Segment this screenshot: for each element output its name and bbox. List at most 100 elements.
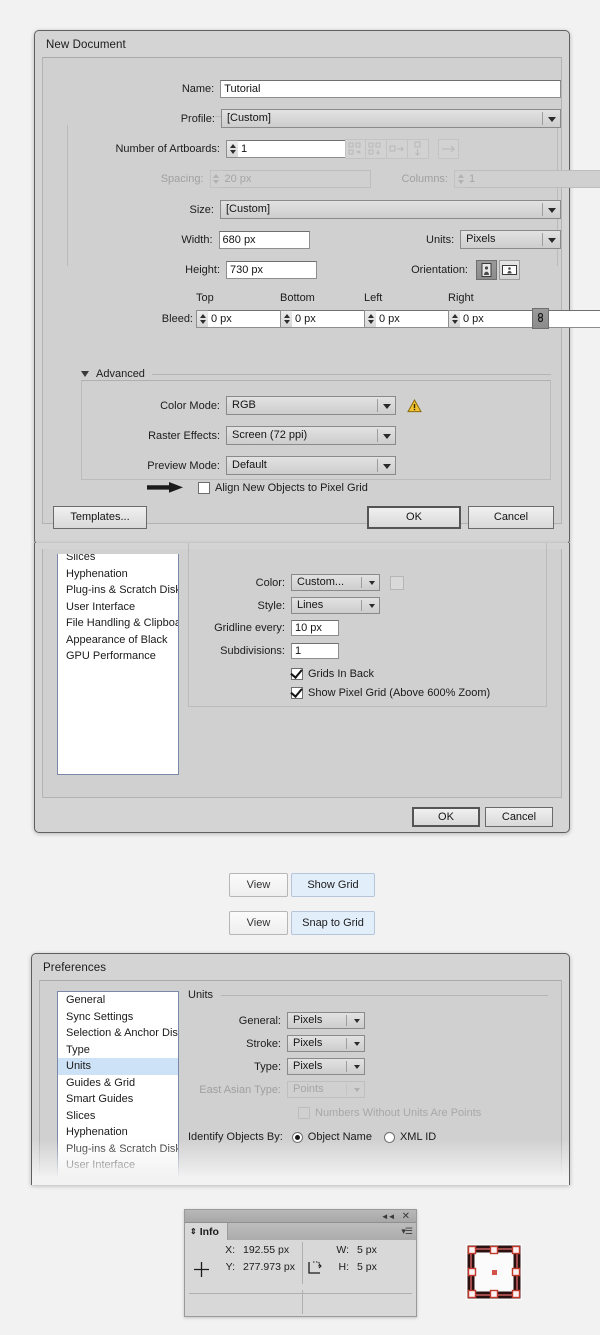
show-pixel-grid-checkbox-row[interactable]: Show Pixel Grid (Above 600% Zoom)	[291, 687, 490, 699]
menu-item-show-grid-button[interactable]: Show Grid	[291, 873, 375, 897]
sidebar-item-slices[interactable]: Slices	[58, 1108, 178, 1125]
units-general-select[interactable]: Pixels	[287, 1012, 365, 1029]
artboards-spinner-arrows[interactable]	[226, 140, 238, 158]
panel-menu-icon[interactable]: ▾☰	[401, 1226, 413, 1237]
templates-button[interactable]: Templates...	[53, 506, 147, 529]
sidebar-item-file-handling-clipboard[interactable]: File Handling & Clipboard	[58, 615, 178, 632]
menu-view-button-2[interactable]: View	[229, 911, 288, 935]
grids-in-back-checkbox[interactable]	[291, 668, 303, 680]
sidebar-item-general[interactable]: General	[58, 992, 178, 1009]
grid-by-column-icon-button[interactable]	[366, 139, 387, 159]
menu-item-snap-to-grid-button[interactable]: Snap to Grid	[291, 911, 375, 935]
raster-effects-select[interactable]: Screen (72 ppi)	[226, 426, 396, 445]
bleed-left-stepper[interactable]	[364, 309, 525, 328]
selection-thumbnail	[464, 1242, 524, 1302]
orientation-portrait-button[interactable]	[476, 260, 497, 280]
grids-in-back-checkbox-row[interactable]: Grids In Back	[291, 668, 374, 680]
document-name-input[interactable]	[220, 80, 561, 98]
bleed-right-spinner-arrows[interactable]	[448, 309, 460, 328]
preferences-sidebar[interactable]: Slices Hyphenation Plug-ins & Scratch Di…	[57, 554, 179, 775]
guides-grid-ok-button[interactable]: OK	[412, 807, 480, 827]
arrange-by-column-icon-button[interactable]	[408, 139, 429, 159]
identify-object-name-radio-row[interactable]: Object Name	[291, 1131, 372, 1143]
align-pixel-grid-checkbox-row[interactable]: Align New Objects to Pixel Grid	[198, 481, 368, 494]
units-preferences-sidebar[interactable]: General Sync Settings Selection & Anchor…	[57, 991, 179, 1185]
bleed-left-spinner-arrows[interactable]	[364, 309, 376, 328]
grid-style-select[interactable]: Lines	[291, 597, 380, 614]
close-icon[interactable]: ✕	[402, 1211, 410, 1222]
sidebar-item-plug-ins-scratch-disks[interactable]: Plug-ins & Scratch Disks	[58, 582, 178, 599]
size-label: Size:	[189, 203, 214, 216]
advanced-label: Advanced	[96, 368, 145, 380]
sidebar-item-plug-ins-scratch-disks[interactable]: Plug-ins & Scratch Disks	[58, 1141, 178, 1158]
bleed-right-stepper[interactable]	[448, 309, 600, 328]
spacing-label: Spacing:	[160, 173, 204, 185]
sidebar-item-file-handling-clipboard[interactable]: File Handling & Clipboard	[58, 1174, 178, 1186]
warning-triangle-icon	[407, 398, 422, 413]
sidebar-item-smart-guides[interactable]: Smart Guides	[58, 1091, 178, 1108]
bleed-top-label: Top	[196, 292, 214, 304]
columns-spinner-arrows	[454, 170, 466, 188]
guides-grid-cancel-button[interactable]: Cancel	[485, 807, 553, 827]
sidebar-item-selection-anchor-display[interactable]: Selection & Anchor Display	[58, 1025, 178, 1042]
height-input[interactable]	[226, 261, 317, 279]
size-select[interactable]: [Custom]	[219, 200, 561, 219]
orientation-landscape-button[interactable]	[499, 260, 520, 280]
show-pixel-grid-checkbox[interactable]	[291, 687, 303, 699]
units-east-asian-label: East Asian Type:	[199, 1083, 281, 1096]
sidebar-item-gpu-performance[interactable]: GPU Performance	[58, 648, 178, 665]
units-type-select[interactable]: Pixels	[287, 1058, 365, 1075]
gridline-every-input[interactable]	[291, 620, 339, 636]
sidebar-item-hyphenation[interactable]: Hyphenation	[58, 566, 178, 583]
bleed-top-spinner-arrows[interactable]	[196, 309, 208, 328]
bleed-top-stepper[interactable]	[196, 309, 357, 328]
identify-xml-id-radio-row[interactable]: XML ID	[383, 1131, 436, 1143]
units-type-row: Type: Pixels	[188, 1058, 558, 1075]
menu-view-button-1[interactable]: View	[229, 873, 288, 897]
sidebar-item-type[interactable]: Type	[58, 1042, 178, 1059]
numbers-without-units-checkbox-row: Numbers Without Units Are Points	[298, 1107, 481, 1119]
cancel-button[interactable]: Cancel	[468, 506, 554, 529]
profile-select[interactable]: [Custom]	[220, 109, 561, 128]
artboards-stepper[interactable]	[226, 140, 387, 158]
bleed-bottom-spinner-arrows[interactable]	[280, 309, 292, 328]
width-input[interactable]	[218, 230, 310, 249]
info-wh-group: W: 5 px H: 5 px	[327, 1244, 377, 1273]
grid-color-select[interactable]: Custom...	[291, 574, 380, 591]
profile-value: [Custom]	[226, 112, 271, 124]
sidebar-item-units[interactable]: Units	[58, 1058, 178, 1075]
units-select[interactable]: Pixels	[460, 230, 561, 249]
section-divider	[221, 994, 548, 996]
sidebar-item-appearance-of-black[interactable]: Appearance of Black	[58, 632, 178, 649]
change-to-right-to-left-layout-button[interactable]	[438, 139, 459, 159]
sidebar-item-user-interface[interactable]: User Interface	[58, 599, 178, 616]
sidebar-item-slices[interactable]: Slices	[58, 554, 178, 566]
grid-by-row-icon-button[interactable]	[345, 139, 366, 159]
align-pixel-grid-checkbox[interactable]	[198, 481, 210, 494]
identify-object-name-radio[interactable]	[291, 1131, 303, 1143]
subdivisions-input[interactable]	[291, 643, 339, 659]
bleed-bottom-label: Bottom	[280, 292, 315, 304]
advanced-disclosure[interactable]: Advanced	[81, 368, 551, 380]
sidebar-item-guides-grid[interactable]: Guides & Grid	[58, 1075, 178, 1092]
ok-button[interactable]: OK	[367, 506, 461, 529]
bleed-link-all-button[interactable]	[532, 308, 549, 329]
spacing-columns-row: Spacing: Columns:	[43, 170, 600, 188]
sidebar-item-user-interface[interactable]: User Interface	[58, 1157, 178, 1174]
sidebar-item-hyphenation[interactable]: Hyphenation	[58, 1124, 178, 1141]
bleed-bottom-stepper[interactable]	[280, 309, 441, 328]
tab-info[interactable]: ⇕ Info	[185, 1223, 228, 1240]
grid-color-swatch[interactable]	[390, 575, 404, 590]
sidebar-item-sync-settings[interactable]: Sync Settings	[58, 1009, 178, 1026]
new-document-dialog-body: Name: Profile: [Custom] Number of Artboa…	[42, 57, 600, 524]
collapse-double-arrow-icon[interactable]: ◄◄	[381, 1212, 396, 1221]
arrange-by-row-icon-button[interactable]	[387, 139, 408, 159]
bleed-right-input[interactable]	[460, 309, 600, 328]
preview-mode-select[interactable]: Default	[226, 456, 396, 475]
color-mode-select[interactable]: RGB	[226, 396, 396, 415]
arrow-up-icon	[367, 313, 374, 318]
identify-xml-id-radio[interactable]	[383, 1131, 395, 1143]
raster-effects-row: Raster Effects: Screen (72 ppi)	[43, 426, 561, 445]
units-stroke-select[interactable]: Pixels	[287, 1035, 365, 1052]
info-h-value: 5 px	[357, 1261, 377, 1273]
